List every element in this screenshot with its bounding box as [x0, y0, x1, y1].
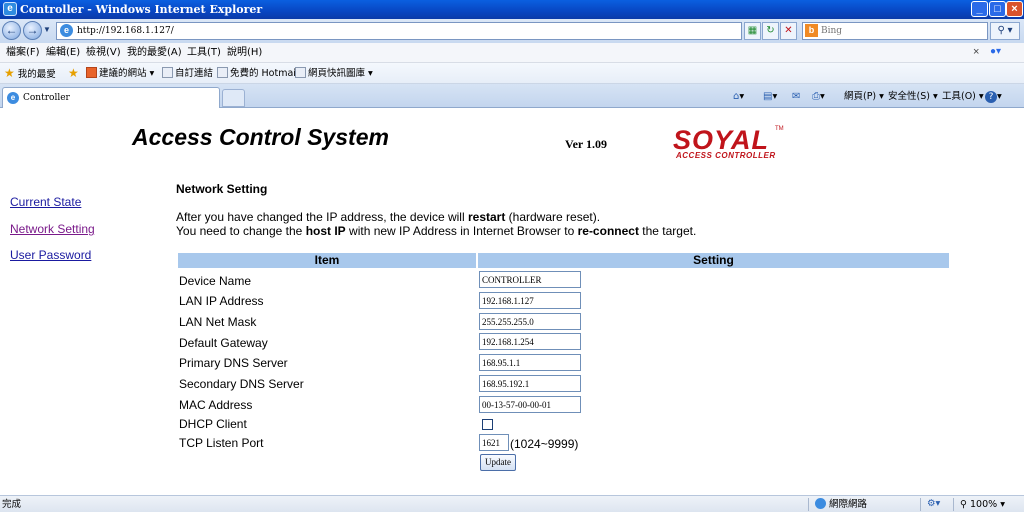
page-icon: e	[60, 24, 73, 37]
tcp-port-label: TCP Listen Port	[179, 436, 264, 450]
compatibility-view-icon[interactable]: ▦	[744, 22, 761, 40]
net-mask-label: LAN Net Mask	[179, 315, 257, 329]
search-button-icon[interactable]: ⚲ ▾	[990, 22, 1020, 40]
page-menu-button[interactable]: 網頁(P) ▾	[844, 90, 884, 103]
help-icon[interactable]: ? ▾	[985, 90, 1002, 103]
device-name-input[interactable]	[479, 271, 581, 288]
safety-menu-button[interactable]: 安全性(S) ▾	[888, 90, 938, 103]
favorites-star-icon: ★	[4, 66, 15, 80]
search-box[interactable]: b	[802, 22, 988, 40]
update-button[interactable]: Update	[480, 454, 516, 471]
menu-help[interactable]: 說明(H)	[227, 46, 262, 60]
menu-file[interactable]: 檔案(F)	[6, 46, 40, 60]
address-bar[interactable]: e http://192.168.1.127/	[56, 22, 742, 40]
primary-dns-label: Primary DNS Server	[179, 356, 288, 370]
forward-button[interactable]: →	[23, 21, 42, 40]
nav-network-setting[interactable]: Network Setting	[10, 222, 95, 236]
print-icon[interactable]: ⎙▾	[812, 90, 825, 103]
menu-edit[interactable]: 編輯(E)	[46, 46, 80, 60]
search-input[interactable]	[821, 24, 981, 38]
soyal-logo: SOYAL TM ACCESS CONTROLLER	[673, 125, 784, 160]
column-header-setting: Setting	[478, 253, 949, 268]
menu-favorites[interactable]: 我的最愛(A)	[127, 46, 182, 60]
back-button[interactable]: ←	[2, 21, 21, 40]
protected-mode-icon[interactable]: ⚙▾	[927, 498, 940, 509]
read-mail-icon[interactable]: ✉	[792, 90, 800, 103]
dhcp-client-checkbox[interactable]	[482, 419, 493, 430]
notice-line-1: After you have changed the IP address, t…	[176, 210, 601, 224]
fav-suggested-sites[interactable]: 建議的網站 ▾	[86, 67, 154, 80]
tcp-port-input[interactable]	[479, 434, 509, 451]
gateway-label: Default Gateway	[179, 336, 268, 350]
secondary-dns-input[interactable]	[479, 375, 581, 392]
version-label: Ver 1.09	[565, 137, 607, 151]
add-favorites-icon[interactable]: ★	[68, 67, 79, 81]
lan-ip-input[interactable]	[479, 292, 581, 309]
globe-icon	[815, 498, 826, 509]
column-header-item: Item	[178, 253, 476, 268]
status-text: 完成	[2, 499, 22, 510]
nav-user-password[interactable]: User Password	[10, 248, 91, 262]
link-page-icon	[162, 67, 173, 78]
status-separator	[920, 498, 921, 511]
suggested-sites-icon	[86, 67, 97, 78]
dhcp-client-label: DHCP Client	[179, 417, 247, 431]
device-name-label: Device Name	[179, 274, 252, 288]
fav-web-slice-gallery[interactable]: 網頁快訊圖庫 ▾	[295, 67, 373, 80]
tab-bar: e Controller ⌂▾ ▤▾ ✉ ⎙▾ 網頁(P) ▾ 安全性(S) ▾…	[0, 84, 1024, 108]
net-mask-input[interactable]	[479, 313, 581, 330]
tools-menu-button[interactable]: 工具(O) ▾	[942, 90, 984, 103]
zoom-icon: ⚲	[960, 499, 967, 510]
primary-dns-input[interactable]	[479, 354, 581, 371]
status-bar: 完成 網際網路 ⚙▾ ⚲ 100% ▾	[0, 495, 1024, 512]
translate-icon[interactable]: ●▾	[990, 46, 1001, 57]
nav-current-state[interactable]: Current State	[10, 195, 81, 209]
feeds-icon[interactable]: ▤▾	[763, 90, 777, 103]
minimize-button[interactable]: _	[971, 1, 988, 17]
table-header: Item Setting	[178, 253, 949, 268]
notice-line-2: You need to change the host IP with new …	[176, 224, 697, 238]
menu-view[interactable]: 檢視(V)	[86, 46, 121, 60]
web-slice-icon	[295, 67, 306, 78]
favorites-bar: ★ 我的最愛 ★ 建議的網站 ▾ 自訂連結 免費的 Hotmail 網頁快訊圖庫…	[0, 63, 1024, 84]
secondary-dns-label: Secondary DNS Server	[179, 377, 304, 391]
maximize-button[interactable]: □	[989, 1, 1006, 17]
mac-address-label: MAC Address	[179, 398, 253, 412]
zoom-level[interactable]: ⚲ 100% ▾	[960, 498, 1005, 511]
mac-address-input[interactable]	[479, 396, 581, 413]
status-separator	[808, 498, 809, 511]
menu-bar: 檔案(F) 編輯(E) 檢視(V) 我的最愛(A) 工具(T) 說明(H) × …	[0, 43, 1024, 63]
security-zone[interactable]: 網際網路	[815, 498, 867, 511]
tab-controller[interactable]: e Controller	[2, 87, 220, 108]
section-title: Network Setting	[176, 182, 268, 196]
tcp-port-range: (1024~9999)	[510, 437, 579, 451]
app-title: Access Control System	[132, 124, 389, 150]
gateway-input[interactable]	[479, 333, 581, 350]
history-dropdown-icon[interactable]: ▼	[43, 23, 52, 37]
lan-ip-label: LAN IP Address	[179, 294, 264, 308]
close-menu-icon[interactable]: ×	[973, 46, 979, 58]
close-window-button[interactable]: ×	[1006, 1, 1023, 17]
hotmail-page-icon	[217, 67, 228, 78]
address-toolbar: ← → ▼ e http://192.168.1.127/ ▦ ↻ ✕ b ⚲ …	[0, 19, 1024, 43]
refresh-icon[interactable]: ↻	[762, 22, 779, 40]
tab-label: Controller	[23, 93, 70, 103]
status-separator	[953, 498, 954, 511]
new-tab-button[interactable]	[222, 89, 245, 107]
window-title-bar: e Controller - Windows Internet Explorer…	[0, 0, 1024, 19]
fav-custom-links[interactable]: 自訂連結	[162, 67, 213, 80]
address-url[interactable]: http://192.168.1.127/	[77, 24, 174, 38]
fav-hotmail[interactable]: 免費的 Hotmail	[217, 67, 299, 80]
ie-app-icon: e	[3, 2, 17, 16]
bing-icon: b	[805, 24, 818, 37]
tab-page-icon: e	[7, 92, 19, 104]
menu-tools[interactable]: 工具(T)	[187, 46, 221, 60]
home-icon[interactable]: ⌂▾	[733, 90, 744, 103]
stop-icon[interactable]: ✕	[780, 22, 797, 40]
window-title: Controller - Windows Internet Explorer	[20, 3, 263, 16]
favorites-button[interactable]: ★ 我的最愛	[4, 67, 56, 81]
